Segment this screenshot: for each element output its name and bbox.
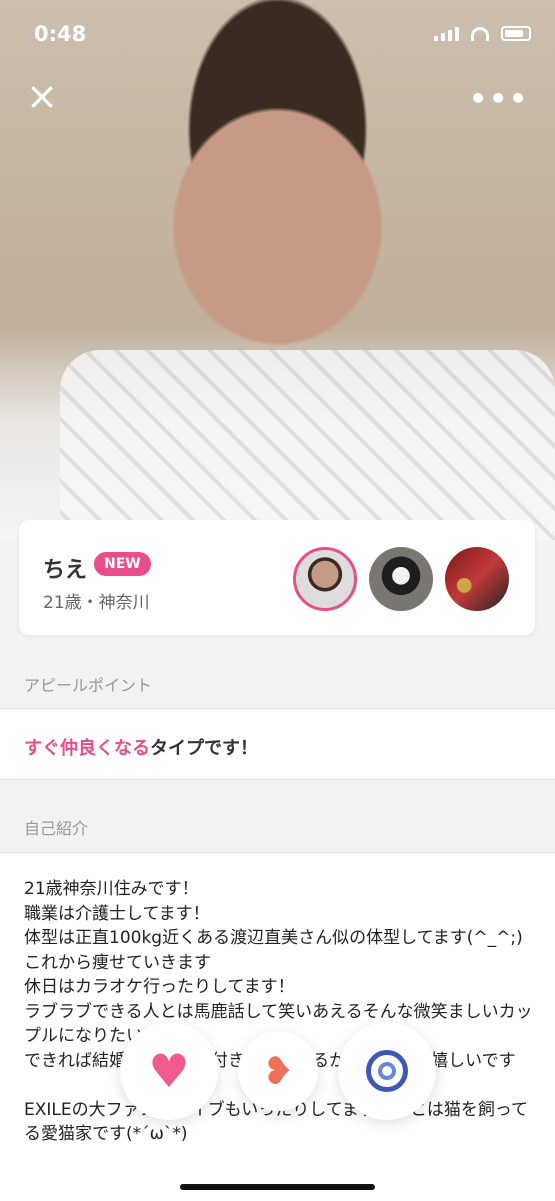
status-icons — [434, 26, 531, 41]
swirl-icon — [366, 1050, 408, 1092]
photo-shirt-area — [60, 350, 555, 540]
wifi-icon — [471, 26, 489, 41]
like-button[interactable]: ♥ — [120, 1022, 218, 1120]
battery-icon — [501, 26, 531, 41]
profile-name: ちえ — [43, 558, 88, 583]
appeal-section-label: アピールポイント — [24, 676, 153, 695]
super-like-button[interactable]: ❥ — [238, 1031, 318, 1111]
appeal-text: すぐ仲良くなるタイプです！ — [24, 734, 258, 760]
profile-card: ちえ NEW 21歳・神奈川 — [19, 520, 535, 635]
home-indicator[interactable] — [180, 1184, 375, 1190]
more-icon[interactable]: ••• — [469, 82, 529, 115]
action-buttons: ♥ ❥ — [0, 1022, 555, 1132]
close-icon[interactable]: × — [26, 77, 58, 115]
status-bar: 0:48 — [0, 0, 555, 60]
thumbnail-photo-2[interactable] — [369, 547, 433, 611]
appeal-panel: すぐ仲良くなるタイプです！ — [0, 708, 555, 780]
appeal-highlight: すぐ仲良くなる — [24, 738, 150, 759]
profile-main-photo[interactable] — [0, 0, 555, 540]
appeal-rest: タイプです！ — [150, 738, 258, 759]
status-time: 0:48 — [34, 22, 87, 46]
thumbnail-photo-1[interactable] — [293, 547, 357, 611]
heart-icon: ♥ — [148, 1044, 190, 1098]
signal-icon — [434, 26, 459, 41]
skip-button[interactable] — [338, 1022, 436, 1120]
cupid-arrow-heart-icon: ❥ — [262, 1049, 294, 1093]
photo-thumbnails — [293, 547, 509, 611]
new-badge: NEW — [94, 552, 151, 576]
thumbnail-photo-3[interactable] — [445, 547, 509, 611]
profile-age-location: 21歳・神奈川 — [43, 593, 150, 613]
bio-section-label: 自己紹介 — [24, 819, 89, 838]
